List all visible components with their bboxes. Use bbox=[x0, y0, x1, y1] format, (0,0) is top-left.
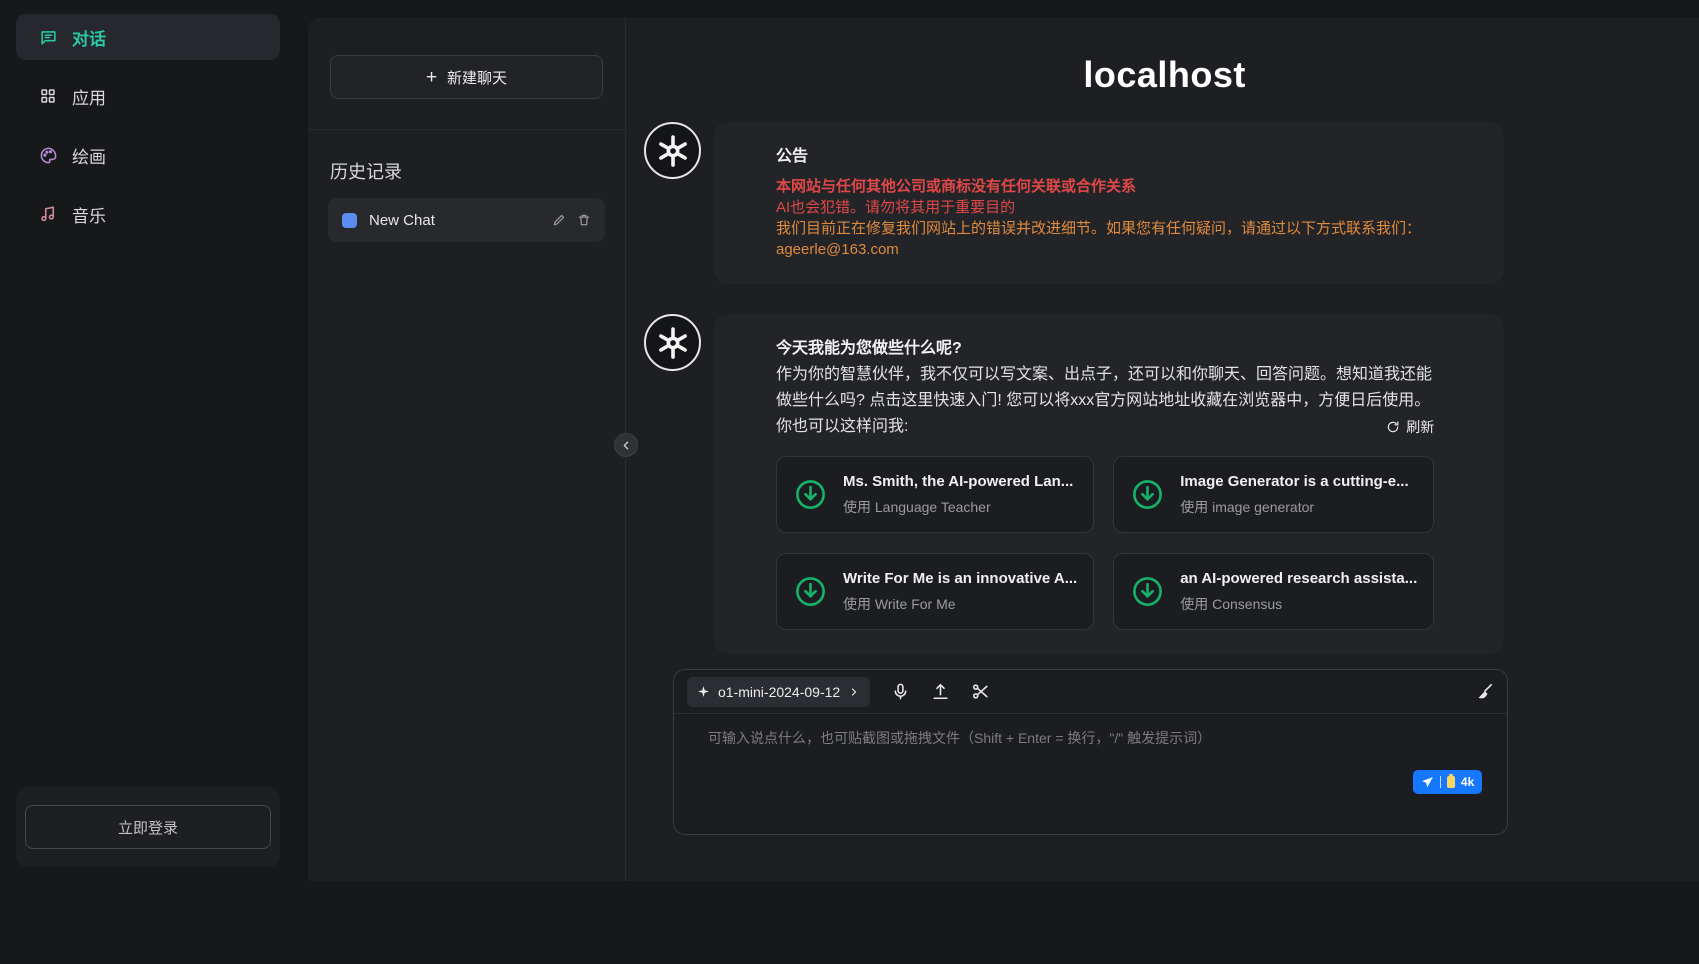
microphone-icon bbox=[891, 682, 910, 701]
chat-item-actions bbox=[552, 213, 591, 227]
new-chat-button[interactable]: + 新建聊天 bbox=[330, 55, 603, 99]
login-panel: 立即登录 bbox=[16, 787, 280, 867]
ask-label: 你也可以这样问我: bbox=[776, 414, 908, 440]
chat-bubble-icon bbox=[38, 28, 58, 47]
history-title: 历史记录 bbox=[330, 158, 603, 184]
microphone-button[interactable] bbox=[891, 682, 910, 701]
sidebar-item-label: 应用 bbox=[72, 84, 106, 109]
clear-context-button[interactable] bbox=[1475, 682, 1494, 701]
chat-title: localhost bbox=[626, 54, 1699, 96]
suggestion-subtitle: 使用 Language Teacher bbox=[843, 497, 1073, 517]
announcement-title: 公告 bbox=[776, 142, 1434, 166]
send-button[interactable]: 4k bbox=[1413, 770, 1482, 794]
scissors-button[interactable] bbox=[971, 682, 990, 701]
token-battery-icon bbox=[1447, 776, 1455, 788]
chevron-right-icon bbox=[848, 686, 860, 698]
suggestion-card[interactable]: Image Generator is a cutting-e... 使用 ima… bbox=[1113, 456, 1434, 533]
download-circle-icon bbox=[793, 477, 828, 512]
composer-toolbar: o1-mini-2024-09-12 bbox=[674, 670, 1507, 714]
workspace-panel: + 新建聊天 历史记录 New Chat bbox=[308, 18, 1699, 881]
new-chat-label: 新建聊天 bbox=[447, 67, 507, 88]
model-selector[interactable]: o1-mini-2024-09-12 bbox=[687, 677, 870, 707]
announcement-bubble: 公告 本网站与任何其他公司或商标没有任何关联或合作关系 AI也会犯错。请勿将其用… bbox=[714, 122, 1504, 284]
music-note-icon bbox=[38, 205, 58, 223]
chat-item-title: New Chat bbox=[369, 212, 540, 229]
apps-grid-icon bbox=[38, 87, 58, 105]
download-circle-icon bbox=[1130, 477, 1165, 512]
suggestion-title: Write For Me is an innovative A... bbox=[843, 570, 1077, 587]
suggestion-card[interactable]: Ms. Smith, the AI-powered Lan... 使用 Lang… bbox=[776, 456, 1094, 533]
announcement-line: AI也会犯错。请勿将其用于重要目的 bbox=[776, 197, 1434, 218]
refresh-icon bbox=[1386, 420, 1400, 434]
scissors-icon bbox=[971, 682, 990, 701]
edit-chat-button[interactable] bbox=[552, 213, 566, 227]
sidebar: 对话 应用 绘画 bbox=[0, 0, 296, 881]
sidebar-item-label: 对话 bbox=[72, 25, 106, 50]
chat-list-column: + 新建聊天 历史记录 New Chat bbox=[308, 18, 626, 881]
trash-icon bbox=[577, 213, 591, 227]
composer-body: 4k bbox=[674, 714, 1507, 834]
sidebar-item-apps[interactable]: 应用 bbox=[16, 73, 280, 119]
sidebar-item-chat[interactable]: 对话 bbox=[16, 14, 280, 60]
suggestion-subtitle: 使用 Consensus bbox=[1180, 594, 1417, 614]
suggestion-grid: Ms. Smith, the AI-powered Lan... 使用 Lang… bbox=[776, 456, 1434, 630]
welcome-body: 作为你的智慧伙伴，我不仅可以写文案、出点子，还可以和你聊天、回答问题。想知道我还… bbox=[776, 362, 1434, 414]
token-count: 4k bbox=[1461, 775, 1474, 789]
collapse-sidebar-button[interactable] bbox=[614, 433, 638, 457]
broom-icon bbox=[1475, 682, 1494, 701]
ask-row: 你也可以这样问我: 刷新 bbox=[776, 414, 1434, 440]
chat-list-item[interactable]: New Chat bbox=[328, 198, 605, 242]
upload-icon bbox=[931, 682, 950, 701]
suggestion-subtitle: 使用 image generator bbox=[1180, 497, 1408, 517]
sidebar-item-drawing[interactable]: 绘画 bbox=[16, 132, 280, 178]
suggestion-card[interactable]: Write For Me is an innovative A... 使用 Wr… bbox=[776, 553, 1094, 630]
sidebar-item-label: 音乐 bbox=[72, 202, 106, 227]
refresh-suggestions-button[interactable]: 刷新 bbox=[1386, 417, 1434, 437]
openai-logo-icon bbox=[655, 325, 691, 361]
suggestion-subtitle: 使用 Write For Me bbox=[843, 594, 1077, 614]
model-name: o1-mini-2024-09-12 bbox=[718, 684, 840, 700]
message-list: 公告 本网站与任何其他公司或商标没有任何关联或合作关系 AI也会犯错。请勿将其用… bbox=[626, 96, 1699, 654]
login-button[interactable]: 立即登录 bbox=[25, 805, 271, 849]
chat-list-header: + 新建聊天 bbox=[308, 18, 625, 130]
sidebar-item-music[interactable]: 音乐 bbox=[16, 191, 280, 237]
contact-email-link[interactable]: ageerle@163.com bbox=[776, 241, 899, 258]
download-circle-icon bbox=[1130, 574, 1165, 609]
pencil-icon bbox=[552, 213, 566, 227]
composer: o1-mini-2024-09-12 bbox=[673, 669, 1508, 835]
suggestion-card[interactable]: an AI-powered research assista... 使用 Con… bbox=[1113, 553, 1434, 630]
announcement-line: 本网站与任何其他公司或商标没有任何关联或合作关系 bbox=[776, 176, 1434, 197]
plus-icon: + bbox=[426, 68, 437, 87]
avatar bbox=[644, 122, 701, 179]
announcement-line: 我们目前正在修复我们网站上的错误并改进细节。如果您有任何疑问，请通过以下方式联系… bbox=[776, 218, 1434, 239]
openai-logo-icon bbox=[655, 133, 691, 169]
sparkle-icon bbox=[697, 685, 710, 698]
suggestion-title: an AI-powered research assista... bbox=[1180, 570, 1417, 587]
message-input[interactable] bbox=[708, 728, 1483, 800]
palette-icon bbox=[38, 146, 58, 165]
avatar bbox=[644, 314, 701, 371]
delete-chat-button[interactable] bbox=[577, 213, 591, 227]
paper-plane-icon bbox=[1421, 776, 1434, 789]
chat-main-column: localhost bbox=[626, 18, 1699, 881]
sidebar-item-label: 绘画 bbox=[72, 143, 106, 168]
suggestion-title: Ms. Smith, the AI-powered Lan... bbox=[843, 473, 1073, 490]
chevron-left-icon bbox=[620, 439, 633, 452]
suggestion-title: Image Generator is a cutting-e... bbox=[1180, 473, 1408, 490]
assistant-message: 公告 本网站与任何其他公司或商标没有任何关联或合作关系 AI也会犯错。请勿将其用… bbox=[644, 122, 1504, 284]
badge-divider bbox=[1440, 776, 1441, 788]
download-circle-icon bbox=[793, 574, 828, 609]
chat-color-icon bbox=[342, 213, 357, 228]
welcome-title: 今天我能为您做些什么呢? bbox=[776, 334, 1434, 358]
app-root: 对话 应用 绘画 bbox=[0, 0, 1699, 881]
upload-button[interactable] bbox=[931, 682, 950, 701]
refresh-label: 刷新 bbox=[1406, 417, 1434, 437]
assistant-message: 今天我能为您做些什么呢? 作为你的智慧伙伴，我不仅可以写文案、出点子，还可以和你… bbox=[644, 314, 1504, 654]
welcome-bubble: 今天我能为您做些什么呢? 作为你的智慧伙伴，我不仅可以写文案、出点子，还可以和你… bbox=[714, 314, 1504, 654]
